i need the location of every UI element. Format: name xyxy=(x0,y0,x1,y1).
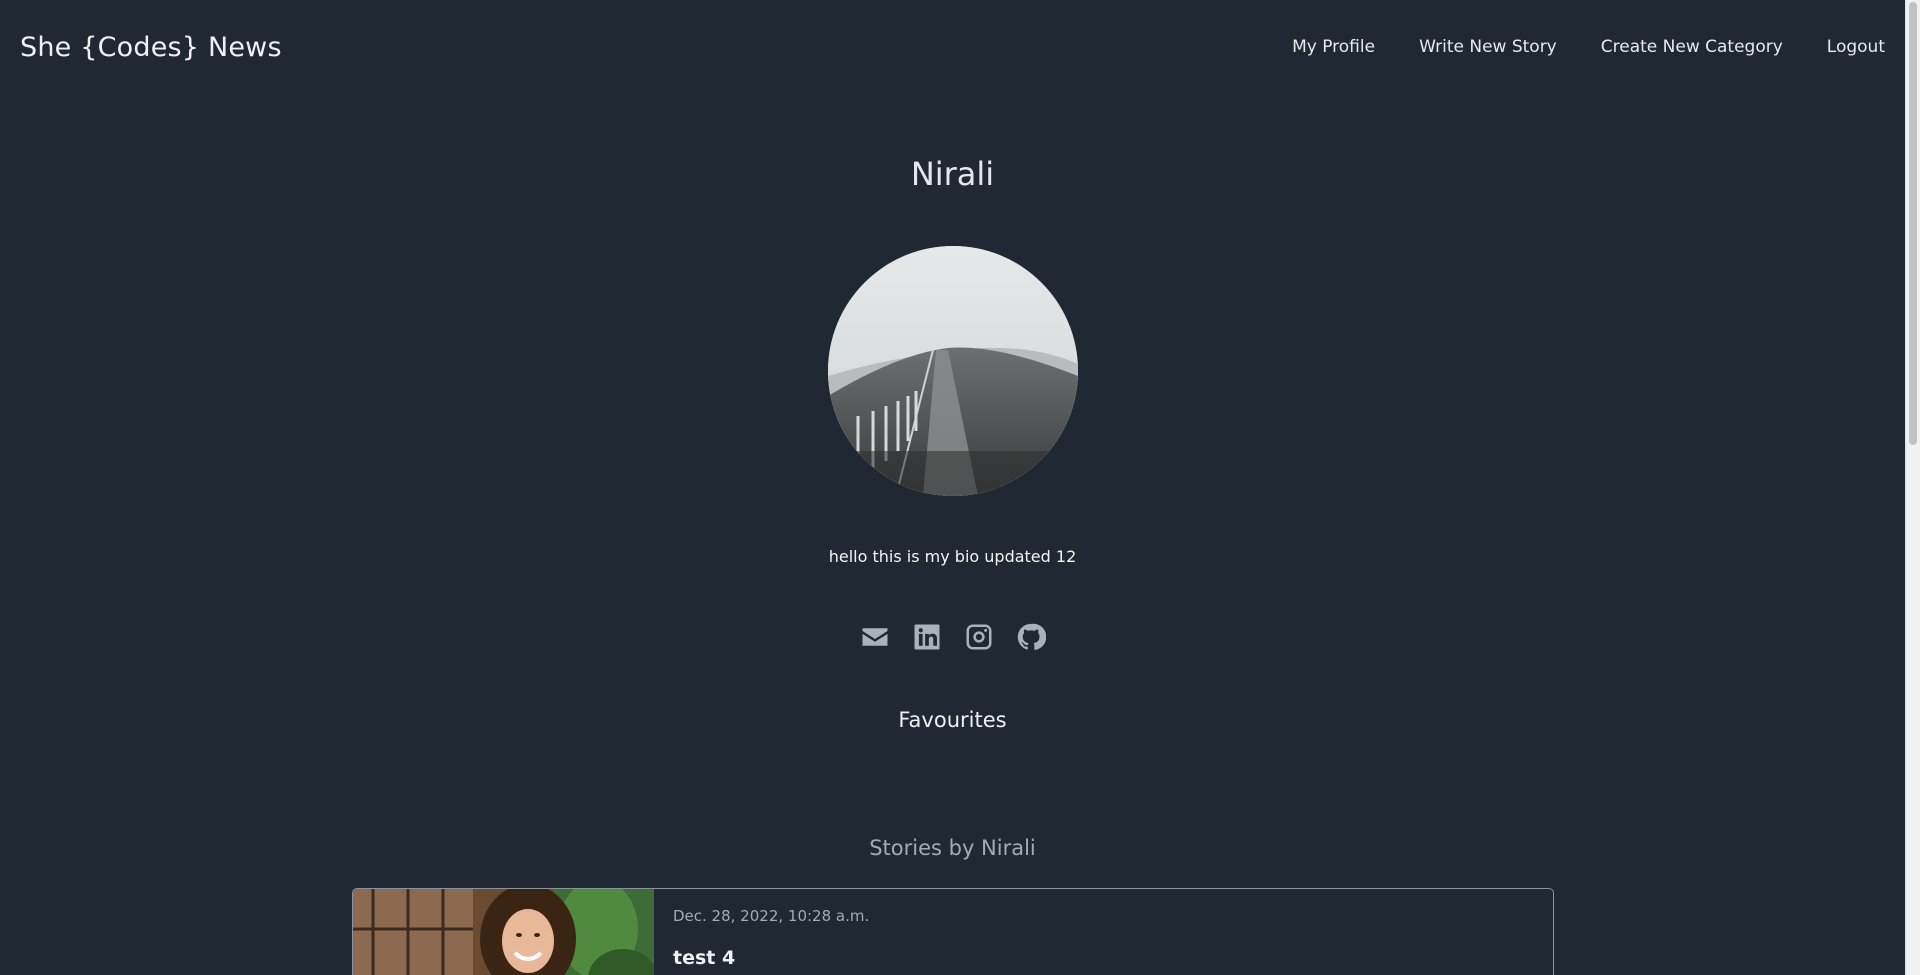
social-links xyxy=(0,622,1905,652)
page: She {Codes} News My Profile Write New St… xyxy=(0,0,1920,975)
story-date: Dec. 28, 2022, 10:28 a.m. xyxy=(673,907,870,925)
nav-my-profile[interactable]: My Profile xyxy=(1292,37,1375,57)
stories-heading: Stories by Nirali xyxy=(869,836,1036,860)
nav-logout[interactable]: Logout xyxy=(1827,37,1885,57)
nav-write-new-story[interactable]: Write New Story xyxy=(1419,37,1557,57)
nav-create-new-category[interactable]: Create New Category xyxy=(1601,37,1783,57)
envelope-icon[interactable] xyxy=(860,622,890,652)
nav-links: My Profile Write New Story Create New Ca… xyxy=(1248,37,1885,57)
story-photo-image xyxy=(353,889,654,975)
favourites-heading: Favourites xyxy=(898,708,1007,732)
profile-name: Nirali xyxy=(910,155,995,193)
profile-bio: hello this is my bio updated 12 xyxy=(828,547,1077,566)
github-icon[interactable] xyxy=(1016,622,1046,652)
brand-logo-link[interactable]: She {Codes} News xyxy=(20,32,282,63)
avatar-landscape-image xyxy=(828,246,1078,496)
navbar: She {Codes} News My Profile Write New St… xyxy=(0,0,1905,94)
story-thumbnail xyxy=(353,889,654,975)
profile-avatar xyxy=(828,246,1078,496)
instagram-icon[interactable] xyxy=(964,622,994,652)
scrollbar-thumb[interactable] xyxy=(1909,2,1917,445)
vertical-scrollbar[interactable] xyxy=(1905,0,1920,975)
story-title-link[interactable]: test 4 xyxy=(673,947,735,969)
linkedin-icon[interactable] xyxy=(912,622,942,652)
story-card[interactable]: Dec. 28, 2022, 10:28 a.m. test 4 xyxy=(352,888,1554,975)
